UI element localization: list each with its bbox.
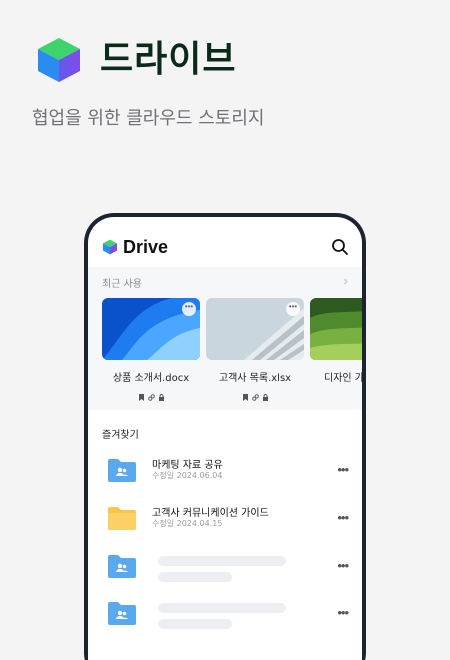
phone-mockup: Drive 최근 사용 › ••• 상품 소개서.docx ••• 고객사 목록… [84,213,366,660]
search-icon[interactable] [330,237,350,257]
more-icon[interactable]: ••• [337,605,349,620]
more-icon[interactable]: ••• [286,302,300,316]
favorite-row-placeholder: ••• [88,548,362,588]
hero-title: 드라이브 [100,39,237,80]
lock-icon [262,388,269,401]
app-header: Drive [102,235,168,259]
favorite-row[interactable]: 고객사 커뮤니케이션 가이드 수정일 2024.04.15 ••• [88,500,362,540]
row-title: 마케팅 자료 공유 [152,460,223,471]
link-icon [251,388,259,401]
app-title: Drive [123,236,169,257]
file-name: 상품 소개서.docx [112,373,190,384]
row-meta: 수정일 2024.06.04 [152,471,223,480]
file-thumbnail [310,298,362,360]
file-thumbnail: ••• [206,298,304,360]
recent-file-card[interactable]: ••• 고객사 목록.xlsx [206,298,304,401]
recent-file-card[interactable]: 디자인 가 [310,298,362,384]
drive-logo-icon [38,38,80,82]
folder-icon [108,507,136,530]
recent-files: ••• 상품 소개서.docx ••• 고객사 목록.xlsx 디자인 가 [102,298,362,408]
hero-subtitle: 협업을 위한 클라우드 스토리지 [32,108,265,129]
recent-section: 최근 사용 › ••• 상품 소개서.docx ••• 고객사 목록.xlsx … [88,267,362,410]
more-icon[interactable]: ••• [337,558,349,573]
file-name: 디자인 가 [324,373,362,384]
shared-folder-icon [108,459,136,482]
phone-screen: Drive 최근 사용 › ••• 상품 소개서.docx ••• 고객사 목록… [88,217,362,660]
shared-folder-icon [108,555,136,578]
row-meta: 수정일 2024.04.15 [152,519,223,528]
favorite-row-placeholder: ••• [88,595,362,635]
more-icon[interactable]: ••• [182,302,196,316]
file-name: 고객사 목록.xlsx [218,373,292,384]
favorite-row[interactable]: 마케팅 자료 공유 수정일 2024.06.04 ••• [88,452,362,492]
skeleton-line [158,572,232,582]
skeleton-line [158,619,232,629]
skeleton-line [158,556,286,566]
link-icon [147,388,155,401]
file-badges [102,388,200,401]
more-icon[interactable]: ••• [337,462,349,477]
bookmark-icon [138,388,145,401]
shared-folder-icon [108,602,136,625]
chevron-right-icon[interactable]: › [344,273,348,288]
row-title: 고객사 커뮤니케이션 가이드 [152,508,269,519]
more-icon[interactable]: ••• [337,510,349,525]
promo-card: 드라이브 협업을 위한 클라우드 스토리지 Drive 최근 사용 › ••• … [0,0,450,660]
file-badges [206,388,304,401]
bookmark-icon [242,388,249,401]
recent-file-card[interactable]: ••• 상품 소개서.docx [102,298,200,401]
file-thumbnail: ••• [102,298,200,360]
favorites-label: 즐겨찾기 [102,430,139,441]
lock-icon [158,388,165,401]
recent-label: 최근 사용 [102,279,142,290]
drive-logo-icon [103,239,117,255]
skeleton-line [158,603,286,613]
